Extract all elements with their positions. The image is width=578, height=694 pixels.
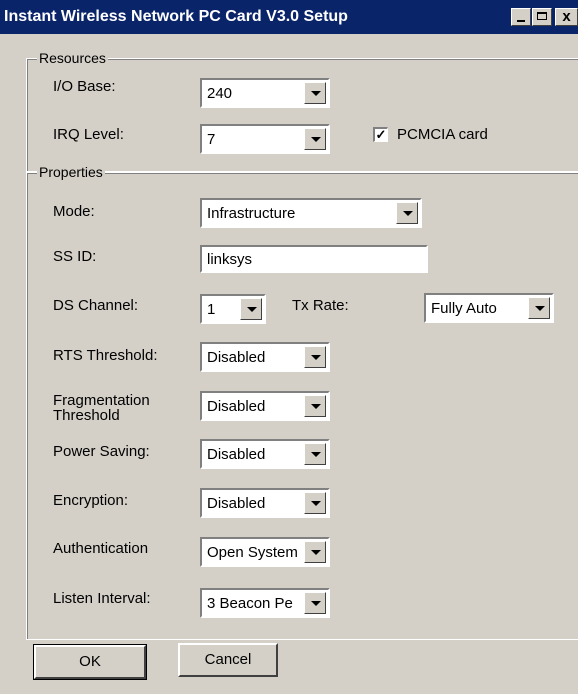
resources-group: Resources bbox=[26, 50, 578, 172]
properties-group-label: Properties bbox=[37, 164, 105, 180]
ds-channel-value: 1 bbox=[207, 301, 216, 318]
chevron-down-icon[interactable] bbox=[304, 346, 326, 368]
cancel-button[interactable]: Cancel bbox=[178, 643, 278, 677]
maximize-button[interactable] bbox=[532, 8, 552, 26]
close-button[interactable]: x bbox=[555, 8, 578, 26]
chevron-down-icon[interactable] bbox=[304, 592, 326, 614]
ds-channel-select[interactable]: 1 bbox=[200, 294, 266, 324]
title-bar[interactable]: Instant Wireless Network PC Card V3.0 Se… bbox=[0, 0, 578, 34]
chevron-down-icon[interactable] bbox=[304, 443, 326, 465]
rts-threshold-select[interactable]: Disabled bbox=[200, 342, 330, 372]
irq-level-select[interactable]: 7 bbox=[200, 124, 330, 154]
ds-channel-label: DS Channel: bbox=[53, 297, 139, 314]
rts-threshold-value: Disabled bbox=[207, 349, 266, 366]
tx-rate-value: Fully Auto bbox=[431, 300, 497, 317]
ssid-label: SS ID: bbox=[53, 248, 97, 265]
irq-level-value: 7 bbox=[207, 131, 216, 148]
authentication-value: Open System bbox=[207, 544, 298, 561]
setup-dialog: Instant Wireless Network PC Card V3.0 Se… bbox=[0, 0, 578, 694]
power-saving-select[interactable]: Disabled bbox=[200, 439, 330, 469]
power-saving-value: Disabled bbox=[207, 446, 266, 463]
mode-label: Mode: bbox=[53, 203, 95, 220]
chevron-down-icon[interactable] bbox=[304, 395, 326, 417]
pcmcia-label: PCMCIA card bbox=[397, 126, 488, 143]
irq-level-label: IRQ Level: bbox=[53, 126, 124, 143]
fragmentation-threshold-value: Disabled bbox=[207, 398, 266, 415]
chevron-down-icon[interactable] bbox=[304, 492, 326, 514]
listen-interval-value: 3 Beacon Pe bbox=[207, 595, 293, 612]
encryption-select[interactable]: Disabled bbox=[200, 488, 330, 518]
io-base-value: 240 bbox=[207, 85, 233, 102]
io-base-label: I/O Base: bbox=[53, 78, 116, 95]
tx-rate-label: Tx Rate: bbox=[292, 297, 349, 314]
tx-rate-select[interactable]: Fully Auto bbox=[424, 293, 554, 323]
chevron-down-icon[interactable] bbox=[240, 298, 262, 320]
authentication-label: Authentication bbox=[53, 540, 149, 557]
fragmentation-threshold-label: Fragmentation Threshold bbox=[53, 392, 150, 424]
listen-interval-label: Listen Interval: bbox=[53, 590, 151, 607]
window-title: Instant Wireless Network PC Card V3.0 Se… bbox=[4, 8, 348, 25]
ssid-value: linksys bbox=[207, 251, 253, 268]
resources-group-label: Resources bbox=[37, 50, 108, 66]
io-base-select[interactable]: 240 bbox=[200, 78, 330, 108]
ssid-input[interactable]: linksys bbox=[200, 245, 428, 273]
encryption-label: Encryption: bbox=[53, 492, 129, 509]
authentication-select[interactable]: Open System bbox=[200, 537, 330, 567]
chevron-down-icon[interactable] bbox=[304, 128, 326, 150]
pcmcia-checkbox[interactable]: ✓ bbox=[373, 127, 388, 142]
minimize-button[interactable] bbox=[511, 8, 531, 26]
chevron-down-icon[interactable] bbox=[528, 297, 550, 319]
fragmentation-threshold-select[interactable]: Disabled bbox=[200, 391, 330, 421]
listen-interval-select[interactable]: 3 Beacon Pe bbox=[200, 588, 330, 618]
encryption-value: Disabled bbox=[207, 495, 266, 512]
chevron-down-icon[interactable] bbox=[396, 202, 418, 224]
mode-value: Infrastructure bbox=[207, 205, 296, 222]
ok-button[interactable]: OK bbox=[33, 644, 147, 680]
chevron-down-icon[interactable] bbox=[304, 82, 326, 104]
mode-select[interactable]: Infrastructure bbox=[200, 198, 422, 228]
chevron-down-icon[interactable] bbox=[304, 541, 326, 563]
rts-threshold-label: RTS Threshold: bbox=[53, 347, 158, 364]
power-saving-label: Power Saving: bbox=[53, 443, 150, 460]
